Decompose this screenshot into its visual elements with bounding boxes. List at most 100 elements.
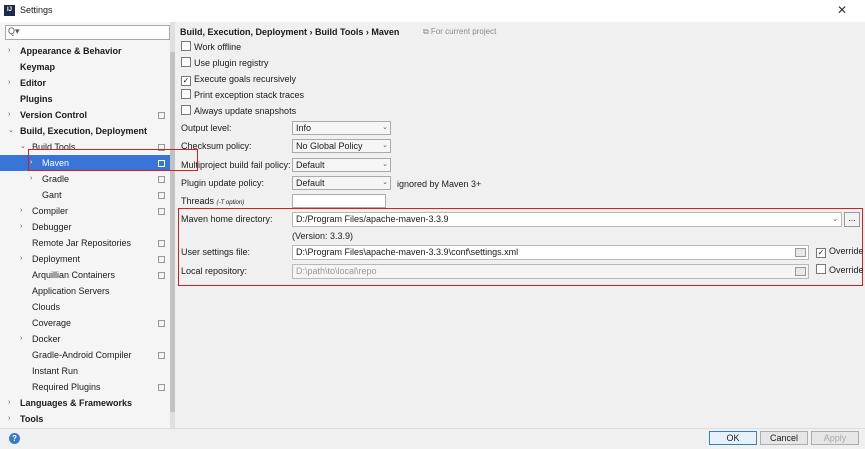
local-repository-label: Local repository:	[181, 266, 248, 276]
dialog-button-bar: ? OK Cancel Apply	[0, 428, 865, 449]
sidebar-item[interactable]: › Deployment	[0, 251, 170, 267]
sidebar-item[interactable]: Gant	[0, 187, 170, 203]
chevron-right-icon[interactable]: ›	[20, 219, 28, 235]
sidebar-scrollbar[interactable]	[170, 22, 175, 428]
print-exception-stack-traces-checkbox[interactable]: Print exception stack traces	[181, 89, 304, 102]
for-current-project-label: ⧉ For current project	[423, 27, 497, 36]
help-icon[interactable]: ?	[9, 433, 20, 444]
sidebar-item-label: Arquillian Containers	[32, 270, 116, 280]
chevron-right-icon[interactable]: ›	[8, 75, 16, 91]
sidebar-item-label: Clouds	[32, 302, 61, 312]
settings-sidebar: Q▾ › Appearance & Behavior Keymap › Editor Pl…	[0, 22, 170, 428]
sidebar-item[interactable]: › Tools	[0, 411, 170, 427]
apply-button[interactable]: Apply	[811, 431, 859, 445]
chevron-down-icon[interactable]: ⌄	[8, 123, 16, 139]
sidebar-item-label: Keymap	[20, 62, 56, 72]
chevron-right-icon[interactable]: ›	[20, 251, 28, 267]
close-icon[interactable]: ✕	[837, 3, 847, 17]
window-title: Settings	[20, 5, 53, 15]
cancel-button[interactable]: Cancel	[760, 431, 808, 445]
sidebar-item[interactable]: Gradle-Android Compiler	[0, 347, 170, 363]
project-scope-icon	[158, 192, 165, 199]
checkbox-box[interactable]	[181, 41, 191, 51]
checkbox-box[interactable]	[181, 57, 191, 67]
user-settings-override-checkbox[interactable]: ✓ Override	[816, 245, 864, 258]
execute-goals-recursively-checkbox[interactable]: ✓ Execute goals recursively	[181, 73, 296, 86]
sidebar-item[interactable]: Coverage	[0, 315, 170, 331]
user-settings-label: User settings file:	[181, 247, 251, 257]
sidebar-item[interactable]: Arquillian Containers	[0, 267, 170, 283]
sidebar-item[interactable]: › Docker	[0, 331, 170, 347]
checksum-policy-select[interactable]: No Global Policy ⌄	[292, 139, 391, 153]
chevron-down-icon: ⌄	[382, 161, 388, 168]
chevron-down-icon: ⌄	[382, 124, 388, 131]
threads-hint: (-T option)	[216, 200, 245, 206]
maven-home-label: Maven home directory:	[181, 214, 273, 224]
sidebar-item[interactable]: › Appearance & Behavior	[0, 43, 170, 59]
browse-button[interactable]: ...	[844, 212, 860, 227]
sidebar-item-label: Gradle	[42, 174, 70, 184]
project-scope-icon	[158, 352, 165, 359]
always-update-snapshots-checkbox[interactable]: Always update snapshots	[181, 105, 296, 118]
work-offline-checkbox[interactable]: Work offline	[181, 41, 241, 54]
folder-icon[interactable]	[795, 248, 806, 257]
use-plugin-registry-checkbox[interactable]: Use plugin registry	[181, 57, 269, 70]
chevron-right-icon[interactable]: ›	[30, 171, 38, 187]
search-input[interactable]: Q▾	[5, 25, 170, 40]
sidebar-scroll-thumb[interactable]	[170, 52, 175, 412]
sidebar-item[interactable]: › Editor	[0, 75, 170, 91]
output-level-select[interactable]: Info ⌄	[292, 121, 391, 135]
checkbox-box[interactable]	[181, 105, 191, 115]
sidebar-item[interactable]: › Compiler	[0, 203, 170, 219]
sidebar-item[interactable]: Plugins	[0, 91, 170, 107]
sidebar-item-label: Editor	[20, 78, 46, 88]
project-scope-icon	[158, 384, 165, 391]
sidebar-item-label: Debugger	[32, 222, 72, 232]
settings-tree: › Appearance & Behavior Keymap › Editor Plugi…	[0, 43, 170, 427]
sidebar-item[interactable]: › Languages & Frameworks	[0, 395, 170, 411]
sidebar-item[interactable]: › Debugger	[0, 219, 170, 235]
chevron-right-icon[interactable]: ›	[8, 107, 16, 123]
sidebar-item[interactable]: Remote Jar Repositories	[0, 235, 170, 251]
checkbox-box[interactable]	[181, 89, 191, 99]
chevron-down-icon: ⌄	[382, 179, 388, 186]
sidebar-item[interactable]: Application Servers	[0, 283, 170, 299]
plugin-update-policy-select[interactable]: Default ⌄	[292, 176, 391, 190]
folder-icon[interactable]	[795, 267, 806, 276]
maven-version-label: (Version: 3.3.9)	[292, 231, 354, 241]
chevron-right-icon[interactable]: ›	[20, 203, 28, 219]
maven3-ignored-note: ignored by Maven 3+	[397, 179, 482, 189]
threads-input[interactable]	[292, 194, 386, 208]
project-scope-icon	[158, 320, 165, 327]
chevron-right-icon[interactable]: ›	[8, 411, 16, 427]
sidebar-item[interactable]: Required Plugins	[0, 379, 170, 395]
sidebar-item[interactable]: ⌄ Build, Execution, Deployment	[0, 123, 170, 139]
multiproject-fail-policy-select[interactable]: Default ⌄	[292, 158, 391, 172]
user-settings-input[interactable]: D:\Program Files\apache-maven-3.3.9\conf…	[292, 245, 809, 260]
checkbox-box[interactable]: ✓	[816, 248, 826, 258]
output-level-label: Output level:	[181, 123, 232, 133]
local-repository-input[interactable]: D:\path\to\local\repo	[292, 264, 809, 279]
chevron-right-icon[interactable]: ›	[20, 331, 28, 347]
sidebar-item[interactable]: › Version Control	[0, 107, 170, 123]
sidebar-item-label: Plugins	[20, 94, 53, 104]
chevron-down-icon[interactable]: ⌄	[20, 139, 28, 155]
chevron-right-icon[interactable]: ›	[8, 43, 16, 59]
sidebar-item-label: Instant Run	[32, 366, 79, 376]
sidebar-item[interactable]: Clouds	[0, 299, 170, 315]
ok-button[interactable]: OK	[709, 431, 757, 445]
sidebar-item[interactable]: › Gradle	[0, 171, 170, 187]
sidebar-item-label: Coverage	[32, 318, 72, 328]
checkbox-box[interactable]	[816, 264, 826, 274]
project-scope-icon	[158, 208, 165, 215]
sidebar-item-label: Required Plugins	[32, 382, 101, 392]
sidebar-item[interactable]: Instant Run	[0, 363, 170, 379]
checkbox-box[interactable]: ✓	[181, 76, 191, 86]
sidebar-item-label: Tools	[20, 414, 44, 424]
sidebar-item-label: Languages & Frameworks	[20, 398, 133, 408]
maven-home-select[interactable]: D:/Program Files/apache-maven-3.3.9 ⌄	[292, 212, 842, 227]
sidebar-item[interactable]: Keymap	[0, 59, 170, 75]
chevron-down-icon: ⌄	[382, 142, 388, 149]
local-repository-override-checkbox[interactable]: Override	[816, 264, 864, 277]
chevron-right-icon[interactable]: ›	[8, 395, 16, 411]
